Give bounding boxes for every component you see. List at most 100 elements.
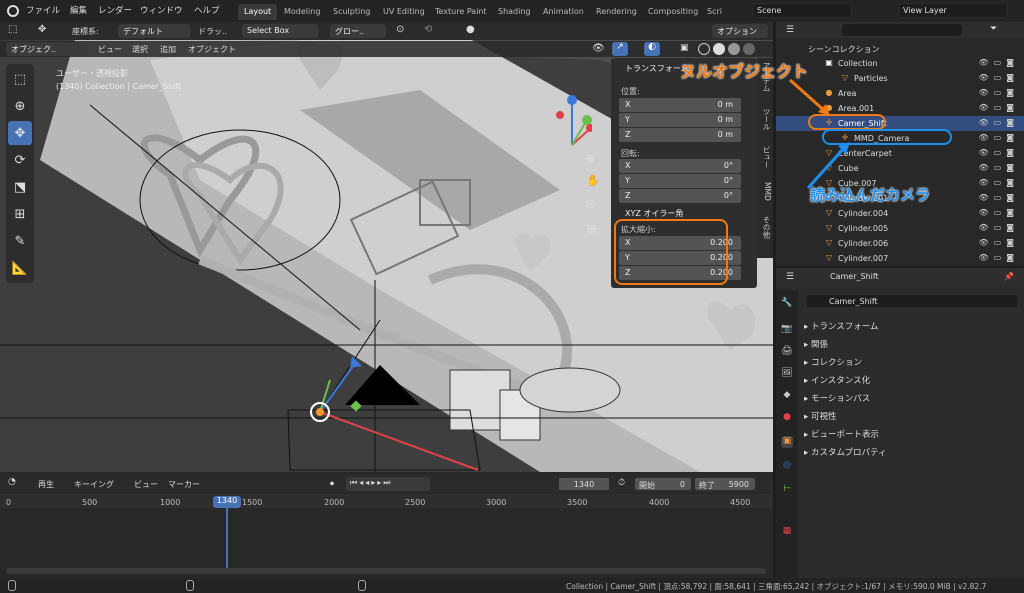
tab-sculpting[interactable]: Sculpting <box>327 4 376 20</box>
tool-props-icon[interactable]: 🔧 <box>781 298 793 310</box>
overlay-toggle-icon[interactable]: ◐ <box>644 42 660 56</box>
blender-logo-icon[interactable] <box>7 5 19 17</box>
menu-help[interactable]: ヘルプ <box>194 4 220 16</box>
render-props-icon[interactable]: 📷 <box>781 324 793 336</box>
visibility-toggles[interactable]: 👁▭◙ <box>979 58 1019 67</box>
pivot-icon[interactable]: ⊙ <box>396 24 410 38</box>
start-frame-field[interactable]: 開始 0 <box>634 477 692 491</box>
section-custom-properties[interactable]: ▸ カスタムプロパティ <box>804 446 886 458</box>
timeline-editor-icon[interactable]: ◔ <box>8 477 22 489</box>
visibility-toggles[interactable]: 👁▭◙ <box>979 103 1019 112</box>
menu-timeline-view[interactable]: ビュー <box>134 479 158 490</box>
drag-dropdown[interactable]: Select Box <box>242 24 318 38</box>
visibility-toggles[interactable]: 👁▭◙ <box>979 253 1019 262</box>
visibility-toggles[interactable]: 👁▭◙ <box>979 88 1019 97</box>
interaction-mode-dropdown[interactable]: オブジェク.. <box>6 42 88 56</box>
outliner-row-cylinder-004[interactable]: ▽ Cylinder.004 👁▭◙ <box>776 206 1024 221</box>
menu-render[interactable]: レンダー <box>98 4 132 16</box>
visibility-toggles[interactable]: 👁▭◙ <box>979 223 1019 232</box>
scene-selector[interactable]: Scene <box>752 3 852 18</box>
tab-shading[interactable]: Shading <box>492 4 537 20</box>
camera-view-icon[interactable]: ⎚ <box>586 198 600 212</box>
location-z-field[interactable]: Z 0 m <box>619 128 741 142</box>
outliner-row-collection[interactable]: ▣ Collection 👁▭◙ <box>776 56 1024 71</box>
rotation-mode-dropdown[interactable]: XYZ オイラー角 <box>619 206 741 220</box>
tab-view[interactable]: ビュー <box>758 146 772 169</box>
tab-rendering[interactable]: Rendering <box>590 4 643 20</box>
rotation-x-field[interactable]: X 0° <box>619 159 741 173</box>
filter-icon[interactable]: ⏷ <box>990 24 1002 36</box>
menu-select[interactable]: 選択 <box>132 44 148 55</box>
visibility-toggles[interactable]: 👁▭◙ <box>979 133 1019 142</box>
properties-editor-icon[interactable]: ☰ <box>786 272 798 282</box>
rotation-y-field[interactable]: Y 0° <box>619 174 741 188</box>
timeline-scrollbar[interactable] <box>6 568 766 574</box>
rotation-z-field[interactable]: Z 0° <box>619 189 741 203</box>
measure-tool-icon[interactable]: 📐 <box>8 256 32 280</box>
tab-compositing[interactable]: Compositing <box>642 4 704 20</box>
outliner-row-area[interactable]: ● Area 👁▭◙ <box>776 86 1024 101</box>
select-mode-icon[interactable]: ⬚ <box>8 24 30 38</box>
menu-object[interactable]: オブジェクト <box>188 44 236 55</box>
move-tool-icon[interactable]: ✥ <box>8 121 32 145</box>
tab-animation[interactable]: Animation <box>537 4 590 20</box>
proportional-edit-icon[interactable]: ● <box>466 24 480 38</box>
shading-material-icon[interactable] <box>728 43 740 55</box>
nav-gizmo[interactable] <box>512 70 594 150</box>
pan-hand-icon[interactable]: ✋ <box>586 174 600 188</box>
tab-uv-editing[interactable]: UV Editing <box>377 4 431 20</box>
gizmo-toggle-icon[interactable]: ↗ <box>612 42 628 56</box>
section-transform[interactable]: ▸ トランスフォーム <box>804 320 879 332</box>
visibility-toggles[interactable]: 👁▭◙ <box>979 238 1019 247</box>
shading-solid-icon[interactable] <box>713 43 725 55</box>
outliner-row-particles[interactable]: ▽ Particles 👁▭◙ <box>776 71 1024 86</box>
menu-add[interactable]: 追加 <box>160 44 176 55</box>
scene-props-icon[interactable]: ◆ <box>781 390 793 402</box>
visibility-toggles[interactable]: 👁▭◙ <box>979 208 1019 217</box>
shading-render-icon[interactable] <box>743 43 755 55</box>
section-collections[interactable]: ▸ コレクション <box>804 356 862 368</box>
section-motion-paths[interactable]: ▸ モーションパス <box>804 392 870 404</box>
outliner-row-cube[interactable]: ▽ Cube 👁▭◙ <box>776 161 1024 176</box>
menu-window[interactable]: ウィンドウ <box>140 4 183 16</box>
end-frame-field[interactable]: 終了 5900 <box>694 477 756 491</box>
outliner-editor-icon[interactable]: ☰ <box>786 25 798 35</box>
view-layer-props-icon[interactable]: 🖼 <box>781 368 793 380</box>
physics-props-icon[interactable]: ◎ <box>781 460 793 472</box>
visibility-toggles[interactable]: 👁▭◙ <box>979 148 1019 157</box>
ortho-grid-icon[interactable]: ▦ <box>586 222 600 236</box>
outliner-row-cylinder-007[interactable]: ▽ Cylinder.007 👁▭◙ <box>776 251 1024 266</box>
current-frame-field[interactable]: 1340 <box>558 477 610 491</box>
outliner-row-cylinder-006[interactable]: ▽ Cylinder.006 👁▭◙ <box>776 236 1024 251</box>
tab-mmd[interactable]: MMD <box>758 182 772 201</box>
options-dropdown[interactable]: オプション <box>712 24 768 38</box>
tab-other[interactable]: その他 <box>758 216 772 239</box>
visibility-toggles[interactable]: 👁▭◙ <box>979 118 1019 127</box>
tab-scripting[interactable]: Scri <box>701 4 728 20</box>
xray-icon[interactable]: ▣ <box>680 43 692 55</box>
clock-icon[interactable]: ⏱ <box>618 478 630 490</box>
menu-marker[interactable]: マーカー <box>168 479 200 490</box>
cursor-icon[interactable]: ⊕ <box>8 94 32 118</box>
tab-texture-paint[interactable]: Texture Paint <box>429 4 493 20</box>
snap-icon[interactable]: ⟲ <box>424 24 438 38</box>
view-layer-selector[interactable]: View Layer <box>898 3 1008 18</box>
select-box-icon[interactable]: ⬚ <box>8 67 32 91</box>
menu-playback[interactable]: 再生 <box>38 479 54 490</box>
outliner-row-cylinder-005[interactable]: ▽ Cylinder.005 👁▭◙ <box>776 221 1024 236</box>
visibility-icon[interactable]: 👁 <box>592 43 606 55</box>
record-icon[interactable]: ⏺ <box>330 479 340 489</box>
visibility-toggles[interactable]: 👁▭◙ <box>979 193 1019 202</box>
move-icon[interactable]: ✥ <box>38 24 52 38</box>
menu-view[interactable]: ビュー <box>98 44 122 55</box>
object-name-field[interactable]: Camer_Shift <box>806 294 1018 308</box>
visibility-toggles[interactable]: 👁▭◙ <box>979 73 1019 82</box>
menu-file[interactable]: ファイル <box>26 4 60 16</box>
transform-orientation-dropdown[interactable]: グロー.. <box>330 24 386 38</box>
annotate-tool-icon[interactable]: ✎ <box>8 229 32 253</box>
rotate-tool-icon[interactable]: ⟳ <box>8 148 32 172</box>
scale-tool-icon[interactable]: ⬔ <box>8 175 32 199</box>
menu-keying[interactable]: キーイング <box>74 479 114 490</box>
output-props-icon[interactable]: 🖨 <box>781 346 793 358</box>
world-props-icon[interactable]: ● <box>781 412 793 424</box>
